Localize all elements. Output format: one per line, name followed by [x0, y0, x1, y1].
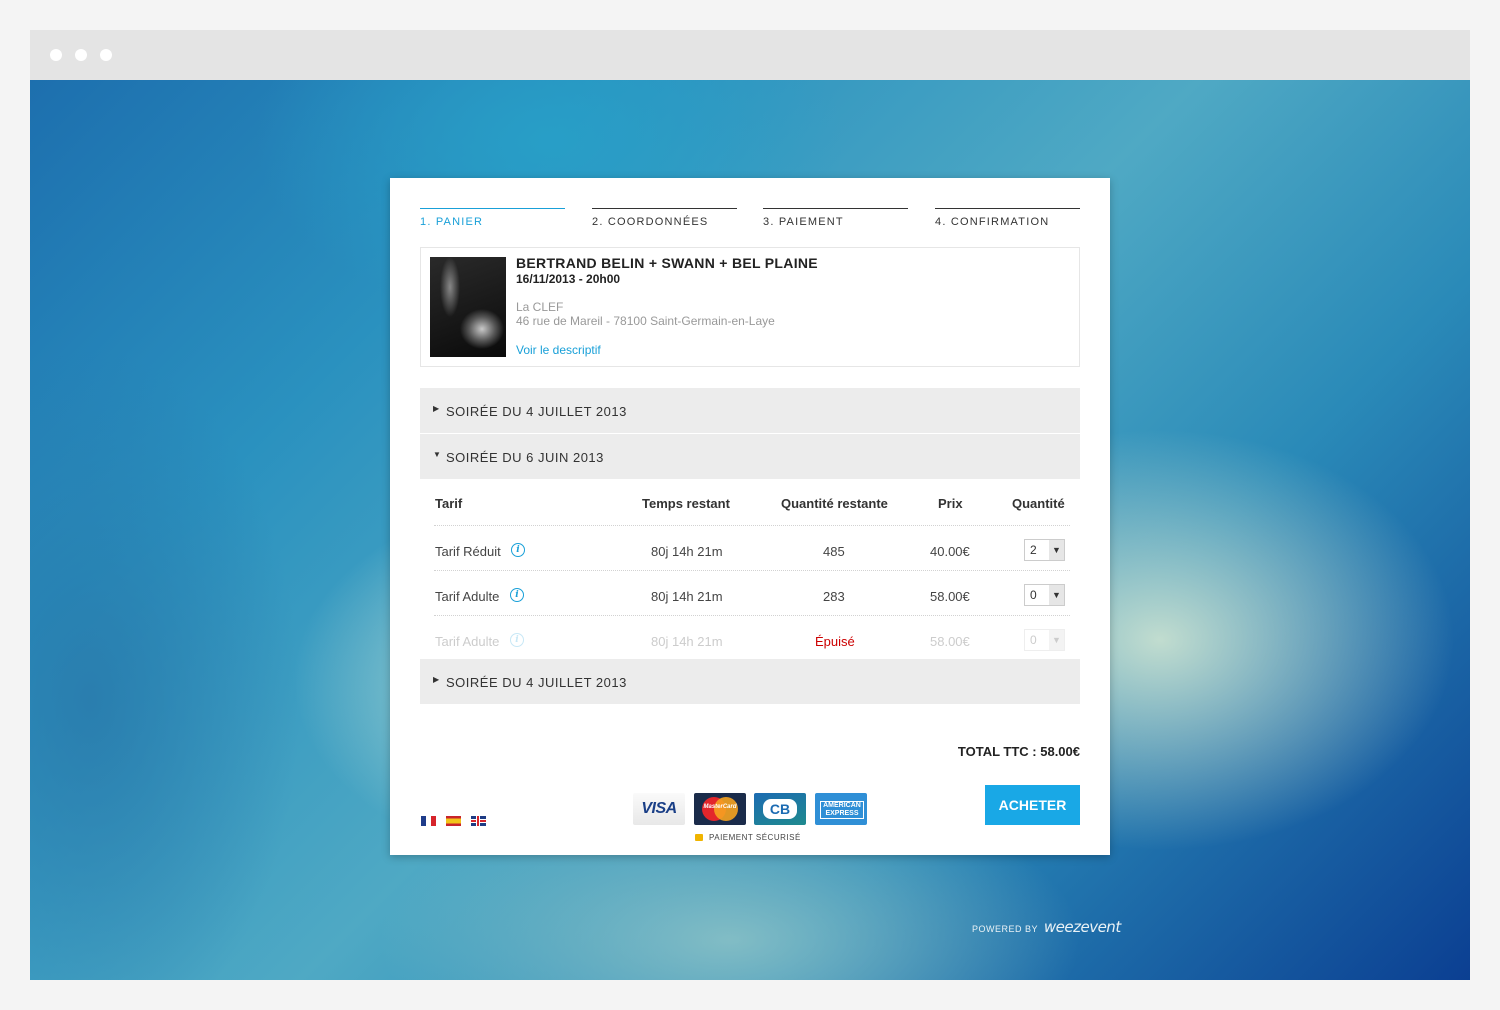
header-prix: Prix	[938, 496, 963, 511]
quantity-select-disabled: 0 ▼	[1024, 629, 1065, 651]
header-temps-restant: Temps restant	[642, 496, 730, 511]
info-icon[interactable]: i	[511, 543, 525, 557]
tarif-name: Tarif Adulte	[435, 634, 500, 649]
powered-by-prefix: POWERED BY	[972, 924, 1038, 934]
event-title: BERTRAND BELIN + SWANN + BEL PLAINE	[516, 255, 818, 271]
step-confirmation: 4. CONFIRMATION	[935, 208, 1080, 228]
prix: 58.00€	[930, 634, 970, 649]
buy-button[interactable]: ACHETER	[985, 785, 1080, 825]
quantity-value: 2	[1030, 543, 1037, 557]
step-coordonnees: 2. COORDONNÉES	[592, 208, 737, 228]
secure-payment-label: PAIEMENT SÉCURISÉ	[709, 833, 801, 842]
chevron-down-icon: ▼	[1049, 630, 1064, 650]
total-ttc: TOTAL TTC : 58.00€	[957, 744, 1080, 759]
step-panier: 1. PANIER	[420, 208, 565, 228]
quantite-restante: 283	[823, 589, 845, 604]
amex-logo: AMERICAN EXPRESS	[815, 793, 867, 825]
chevron-down-icon: ▼	[1049, 585, 1064, 605]
quantite-restante: 485	[823, 544, 845, 559]
chevron-down-icon: ▼	[1049, 540, 1064, 560]
temps-restant: 80j 14h 21m	[651, 589, 723, 604]
table-row: Tarif Adulte i 80j 14h 21m Épuisé 58.00€…	[434, 615, 1070, 661]
session-label: SOIRÉE DU 6 JUIN 2013	[446, 450, 604, 465]
checkout-steps: 1. PANIER 2. COORDONNÉES 3. PAIEMENT 4. …	[420, 208, 1080, 238]
flag-es-icon[interactable]	[446, 816, 461, 826]
session-label: SOIRÉE DU 4 JUILLET 2013	[446, 404, 627, 419]
table-row: Tarif Réduit i 80j 14h 21m 485 40.00€ 2 …	[434, 525, 1070, 571]
flag-fr-icon[interactable]	[421, 816, 436, 826]
flag-uk-icon[interactable]	[471, 816, 486, 826]
triangle-right-icon: ▶	[433, 675, 440, 684]
session-header-3[interactable]: ▶ SOIRÉE DU 4 JUILLET 2013	[420, 659, 1080, 704]
prix: 58.00€	[930, 589, 970, 604]
ticket-widget: 1. PANIER 2. COORDONNÉES 3. PAIEMENT 4. …	[390, 178, 1110, 855]
tarif-name: Tarif Réduit	[435, 544, 501, 559]
triangle-down-icon: ▼	[433, 450, 442, 459]
browser-window: 1. PANIER 2. COORDONNÉES 3. PAIEMENT 4. …	[30, 30, 1470, 980]
event-venue: La CLEF	[516, 300, 564, 314]
sold-out-label: Épuisé	[815, 634, 855, 649]
lock-icon	[695, 834, 703, 841]
quantity-value: 0	[1030, 633, 1037, 647]
step-paiement: 3. PAIEMENT	[763, 208, 908, 228]
cb-logo: CB	[754, 793, 806, 825]
quantity-select[interactable]: 0 ▼	[1024, 584, 1065, 606]
event-description-link[interactable]: Voir le descriptif	[516, 343, 601, 357]
session-label: SOIRÉE DU 4 JUILLET 2013	[446, 675, 627, 690]
temps-restant: 80j 14h 21m	[651, 634, 723, 649]
event-datetime: 16/11/2013 - 20h00	[516, 272, 621, 286]
tarif-table: Tarif Temps restant Quantité restante Pr…	[420, 480, 1080, 660]
browser-title-bar	[30, 30, 1470, 80]
mastercard-logo: MasterCard	[694, 793, 746, 825]
temps-restant: 80j 14h 21m	[651, 544, 723, 559]
window-dot	[50, 49, 62, 61]
quantity-value: 0	[1030, 588, 1037, 602]
tarif-name: Tarif Adulte	[435, 589, 500, 604]
event-address: 46 rue de Mareil - 78100 Saint-Germain-e…	[516, 314, 775, 328]
prix: 40.00€	[930, 544, 970, 559]
quantity-select[interactable]: 2 ▼	[1024, 539, 1065, 561]
powered-by[interactable]: POWERED BY weezevent	[972, 918, 1121, 936]
window-dot	[75, 49, 87, 61]
info-icon: i	[510, 633, 524, 647]
event-summary: BERTRAND BELIN + SWANN + BEL PLAINE 16/1…	[420, 247, 1080, 367]
session-header-1[interactable]: ▶ SOIRÉE DU 4 JUILLET 2013	[420, 388, 1080, 433]
table-row: Tarif Adulte i 80j 14h 21m 283 58.00€ 0 …	[434, 570, 1070, 616]
info-icon[interactable]: i	[510, 588, 524, 602]
visa-logo: VISA	[633, 793, 685, 825]
event-photo	[430, 257, 506, 357]
weezevent-logo: weezevent	[1043, 918, 1121, 936]
header-tarif: Tarif	[435, 496, 463, 511]
header-quantite: Quantité	[1012, 496, 1065, 511]
page-background: 1. PANIER 2. COORDONNÉES 3. PAIEMENT 4. …	[30, 80, 1470, 980]
session-header-2[interactable]: ▼ SOIRÉE DU 6 JUIN 2013	[420, 434, 1080, 479]
header-quantite-restante: Quantité restante	[781, 496, 888, 511]
triangle-right-icon: ▶	[433, 404, 440, 413]
secure-payment-note: PAIEMENT SÉCURISÉ	[695, 833, 801, 842]
window-dot	[100, 49, 112, 61]
